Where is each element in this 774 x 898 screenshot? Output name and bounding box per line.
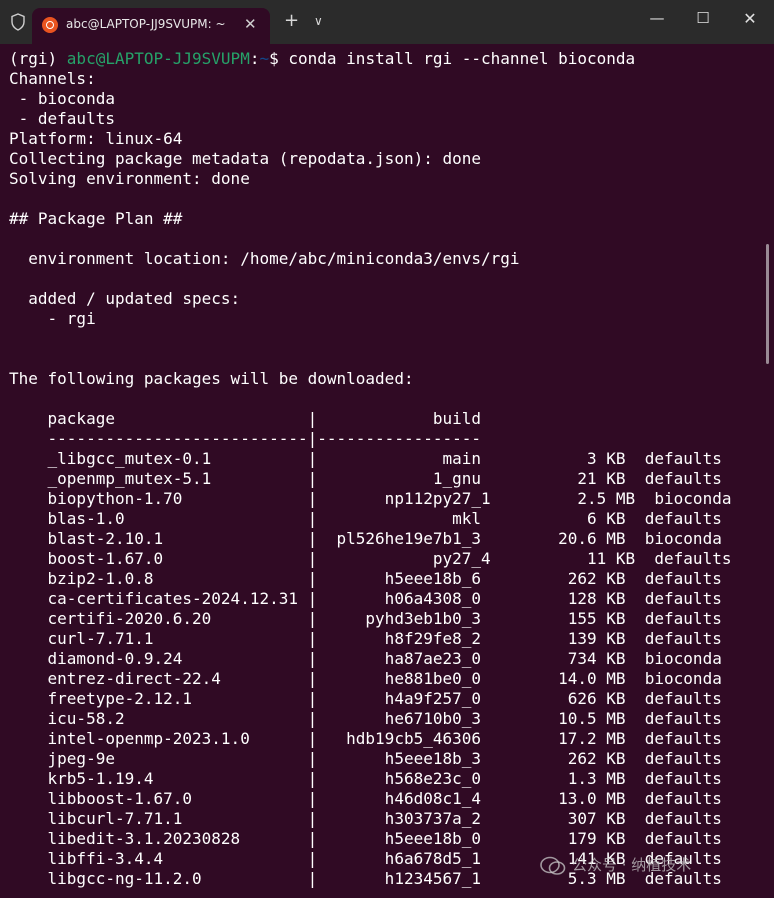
- tab-title: abc@LAPTOP-JJ9SVUPM: ~: [66, 17, 226, 31]
- output-line: libboost-1.67.0 | h46d08c1_4 13.0 MB def…: [9, 789, 722, 808]
- output-line: Channels:: [9, 69, 96, 88]
- output-line: entrez-direct-22.4 | he881be0_0 14.0 MB …: [9, 669, 722, 688]
- output-line: _openmp_mutex-5.1 | 1_gnu 21 KB defaults: [9, 469, 722, 488]
- prompt-path: ~: [259, 49, 270, 68]
- minimize-button[interactable]: —: [642, 9, 672, 33]
- output-line: added / updated specs:: [9, 289, 241, 308]
- output-line: package | build: [9, 409, 482, 428]
- ubuntu-icon: [42, 17, 58, 33]
- chevron-down-icon[interactable]: ∨: [314, 14, 323, 28]
- output-line: freetype-2.12.1 | h4a9f257_0 626 KB defa…: [9, 689, 722, 708]
- output-line: Solving environment: done: [9, 169, 250, 188]
- prompt-env: (rgi): [9, 49, 67, 68]
- output-line: biopython-1.70 | np112py27_1 2.5 MB bioc…: [9, 489, 732, 508]
- new-tab-button[interactable]: +: [284, 12, 299, 30]
- terminal-output[interactable]: (rgi) abc@LAPTOP-JJ9SVUPM:~$ conda insta…: [0, 44, 774, 898]
- output-line: krb5-1.19.4 | h568e23c_0 1.3 MB defaults: [9, 769, 722, 788]
- watermark: 公众号 · 纳植技术: [540, 854, 760, 882]
- prompt-command: conda install rgi --channel bioconda: [288, 49, 636, 68]
- tab-close-icon[interactable]: ✕: [244, 15, 257, 33]
- output-line: ca-certificates-2024.12.31 | h06a4308_0 …: [9, 589, 722, 608]
- title-bar: abc@LAPTOP-JJ9SVUPM: ~ ✕ + ∨ — ☐ ✕: [0, 0, 774, 44]
- output-line: ## Package Plan ##: [9, 209, 183, 228]
- output-line: ---------------------------|------------…: [9, 429, 482, 448]
- output-line: libcurl-7.71.1 | h303737a_2 307 KB defau…: [9, 809, 722, 828]
- output-line: - defaults: [9, 109, 115, 128]
- close-button[interactable]: ✕: [735, 9, 765, 33]
- shield-icon: [11, 13, 25, 31]
- prompt-dollar: $: [269, 49, 289, 68]
- output-line: The following packages will be downloade…: [9, 369, 414, 388]
- output-line: certifi-2020.6.20 | pyhd3eb1b0_3 155 KB …: [9, 609, 722, 628]
- maximize-button[interactable]: ☐: [688, 9, 718, 33]
- scrollbar[interactable]: [766, 244, 769, 364]
- output-line: blast-2.10.1 | pl526he19e7b1_3 20.6 MB b…: [9, 529, 722, 548]
- watermark-text: 公众号 · 纳植技术: [572, 856, 692, 874]
- output-line: jpeg-9e | h5eee18b_3 262 KB defaults: [9, 749, 722, 768]
- output-line: diamond-0.9.24 | ha87ae23_0 734 KB bioco…: [9, 649, 722, 668]
- output-line: Platform: linux-64: [9, 129, 183, 148]
- output-line: intel-openmp-2023.1.0 | hdb19cb5_46306 1…: [9, 729, 722, 748]
- output-line: _libgcc_mutex-0.1 | main 3 KB defaults: [9, 449, 722, 468]
- output-line: boost-1.67.0 | py27_4 11 KB defaults: [9, 549, 732, 568]
- command-prompt-line: (rgi) abc@LAPTOP-JJ9SVUPM:~$ conda insta…: [9, 49, 635, 69]
- output-line: Collecting package metadata (repodata.js…: [9, 149, 482, 168]
- output-line: curl-7.71.1 | h8f29fe8_2 139 KB defaults: [9, 629, 722, 648]
- terminal-tab[interactable]: abc@LAPTOP-JJ9SVUPM: ~ ✕: [32, 8, 270, 44]
- output-line: blas-1.0 | mkl 6 KB defaults: [9, 509, 722, 528]
- output-line: bzip2-1.0.8 | h5eee18b_6 262 KB defaults: [9, 569, 722, 588]
- output-line: environment location: /home/abc/minicond…: [9, 249, 520, 268]
- output-line: libedit-3.1.20230828 | h5eee18b_0 179 KB…: [9, 829, 722, 848]
- output-line: - bioconda: [9, 89, 115, 108]
- prompt-user: abc@LAPTOP-JJ9SVUPM: [66, 49, 250, 68]
- output-line: - rgi: [9, 309, 96, 328]
- output-line: icu-58.2 | he6710b0_3 10.5 MB defaults: [9, 709, 722, 728]
- wechat-icon: [540, 856, 566, 875]
